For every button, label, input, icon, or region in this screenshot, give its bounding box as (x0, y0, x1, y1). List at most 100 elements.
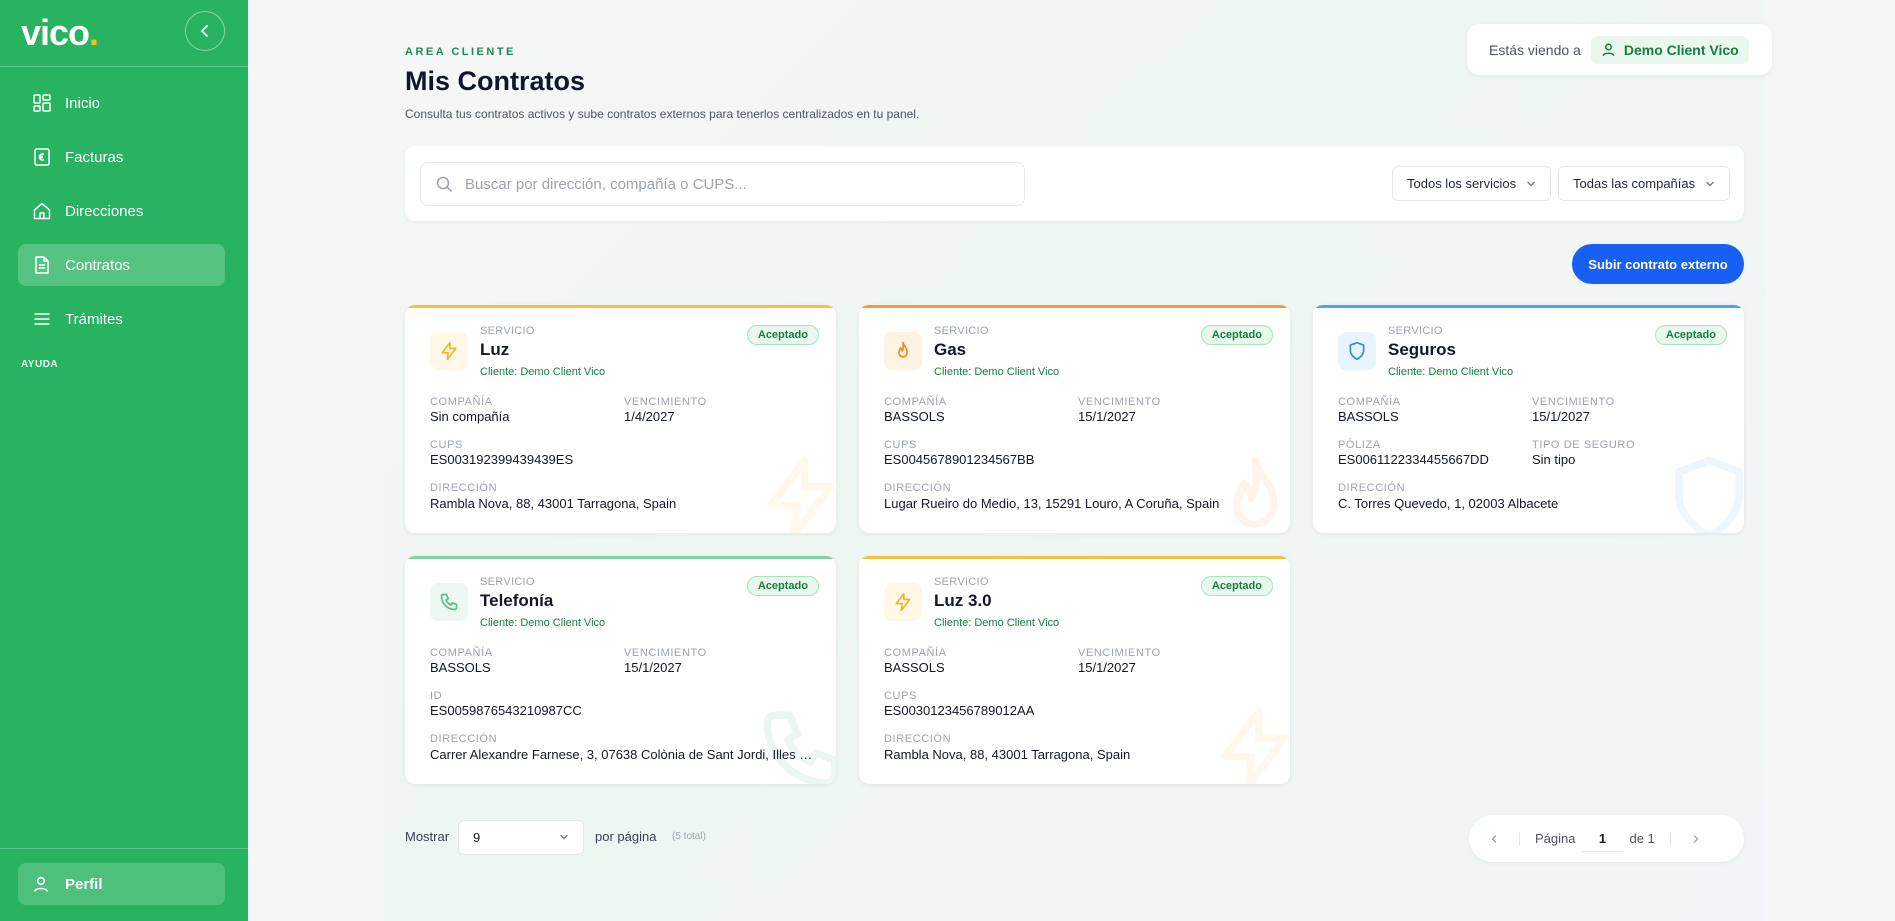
shield-icon (1338, 332, 1376, 370)
status-badge: Aceptado (1200, 325, 1273, 345)
policy-label: PÓLIZA (1338, 439, 1381, 451)
phone-icon (430, 583, 468, 621)
contract-card-luz-3[interactable]: SERVICIO Luz 3.0 Cliente: Demo Client Vi… (859, 556, 1290, 784)
address-value: C. Torres Quevedo, 1, 02003 Albacete (1338, 496, 1559, 511)
service-name: Telefonía (480, 591, 554, 610)
client-name: Cliente: Demo Client Vico (934, 366, 1060, 378)
sidebar-item-label: Direcciones (65, 202, 144, 220)
filter-bar: Todos los servicios Todas las compañías (405, 146, 1744, 221)
chevron-left-icon (1491, 834, 1497, 843)
page-label: Página (1535, 831, 1576, 846)
expiry-label: VENCIMIENTO (624, 647, 707, 659)
vico-logo[interactable]: vico. (21, 12, 99, 54)
user-icon (32, 874, 52, 894)
id-label: ID (430, 690, 443, 702)
contract-card-telefonia[interactable]: SERVICIO Telefonía Cliente: Demo Client … (405, 556, 836, 784)
contract-card-gas[interactable]: SERVICIO Gas Cliente: Demo Client Vico A… (859, 305, 1290, 533)
bolt-watermark-icon (1221, 707, 1289, 784)
expiry-value: 15/1/2027 (624, 660, 682, 675)
total-count: (5 total) (672, 831, 706, 842)
previous-page-button[interactable] (1469, 815, 1519, 862)
services-filter-value: Todos los servicios (1407, 176, 1517, 191)
sidebar-item-label: Trámites (65, 310, 123, 328)
service-label: SERVICIO (1388, 325, 1443, 337)
status-badge: Aceptado (746, 576, 819, 596)
service-label: SERVICIO (480, 576, 535, 588)
cups-label: CUPS (430, 439, 463, 451)
company-value: BASSOLS (884, 409, 945, 424)
status-badge: Aceptado (1654, 325, 1727, 345)
address-value: Lugar Rueiro do Medio, 13, 15291 Louro, … (884, 496, 1220, 511)
expiry-label: VENCIMIENTO (1078, 647, 1161, 659)
expiry-value: 1/4/2027 (624, 409, 675, 424)
per-page-label: por página (595, 829, 657, 844)
sidebar-item-tramites[interactable]: Trámites (18, 298, 225, 340)
next-page-button[interactable] (1671, 815, 1721, 862)
service-name: Gas (934, 340, 967, 359)
companies-filter-select[interactable]: Todas las compañías (1558, 166, 1731, 201)
bolt-icon (430, 332, 468, 370)
id-value: ES0059876543210987CC (430, 703, 582, 718)
page-title: Mis Contratos (405, 66, 586, 96)
bolt-watermark-icon (767, 456, 835, 533)
chevron-right-icon (1693, 834, 1699, 843)
client-name: Demo Client Vico (1623, 41, 1739, 58)
shield-watermark-icon (1675, 456, 1743, 533)
chevron-left-icon (201, 25, 208, 37)
sidebar-item-inicio[interactable]: Inicio (18, 82, 225, 124)
address-label: DIRECCIÓN (884, 733, 952, 745)
address-value: Rambla Nova, 88, 43001 Tarragona, Spain (884, 747, 1131, 762)
per-page-value: 9 (473, 830, 481, 845)
euro-doc-icon (32, 147, 52, 167)
sidebar-item-facturas[interactable]: Facturas (18, 136, 225, 178)
profile-button[interactable]: Perfil (18, 863, 225, 905)
search-icon (436, 176, 452, 192)
search-input[interactable] (465, 175, 1005, 193)
service-label: SERVICIO (480, 325, 535, 337)
company-value: BASSOLS (430, 660, 491, 675)
show-label: Mostrar (405, 829, 450, 844)
contract-card-luz[interactable]: SERVICIO Luz Cliente: Demo Client Vico A… (405, 305, 836, 533)
contract-card-seguros[interactable]: SERVICIO Seguros Cliente: Demo Client Vi… (1313, 305, 1744, 533)
logo-dot: . (89, 12, 99, 53)
company-label: COMPAÑÍA (430, 647, 493, 659)
address-value: Rambla Nova, 88, 43001 Tarragona, Spain (430, 496, 677, 511)
sidebar-item-contratos[interactable]: Contratos (18, 244, 225, 286)
per-page-select[interactable]: 9 (458, 820, 584, 855)
cups-value: ES003192399439439ES (430, 452, 574, 467)
client-chip[interactable]: Demo Client Vico (1590, 35, 1749, 64)
viewing-label: Estás viendo a (1489, 41, 1581, 58)
chevron-down-icon (1705, 179, 1715, 189)
service-name: Luz (480, 340, 510, 359)
company-label: COMPAÑÍA (430, 396, 493, 408)
company-value: BASSOLS (1338, 409, 1399, 424)
chevron-down-icon (559, 830, 569, 845)
address-label: DIRECCIÓN (884, 482, 952, 494)
collapse-sidebar-button[interactable] (185, 11, 225, 51)
pager: Página 1 de 1 (1469, 815, 1744, 862)
page-number-input[interactable]: 1 (1582, 826, 1623, 852)
address-label: DIRECCIÓN (430, 733, 498, 745)
sidebar-item-label: Facturas (65, 148, 124, 166)
service-name: Seguros (1388, 340, 1457, 359)
sidebar-section-ayuda: AYUDA (21, 359, 59, 370)
address-label: DIRECCIÓN (430, 482, 498, 494)
upload-external-contract-button[interactable]: Subir contrato externo (1572, 244, 1744, 284)
viewing-client-box: Estás viendo a Demo Client Vico (1467, 24, 1772, 75)
cups-label: CUPS (884, 690, 917, 702)
service-label: SERVICIO (934, 576, 989, 588)
client-name: Cliente: Demo Client Vico (1388, 366, 1514, 378)
bolt-icon (884, 583, 922, 621)
insurance-type-value: Sin tipo (1532, 452, 1576, 467)
card-accent-bar (859, 556, 1290, 559)
search-box[interactable] (420, 162, 1025, 206)
document-icon (32, 255, 52, 275)
services-filter-select[interactable]: Todos los servicios (1392, 166, 1552, 201)
address-value: Carrer Alexandre Farnese, 3, 07638 Colòn… (430, 747, 820, 762)
company-label: COMPAÑÍA (884, 396, 947, 408)
flame-icon (884, 332, 922, 370)
sidebar-item-direcciones[interactable]: Direcciones (18, 190, 225, 232)
profile-label: Perfil (65, 875, 103, 893)
sidebar-divider (0, 66, 248, 67)
sidebar-nav: Inicio Facturas Direcciones Contratos Tr… (18, 82, 225, 352)
